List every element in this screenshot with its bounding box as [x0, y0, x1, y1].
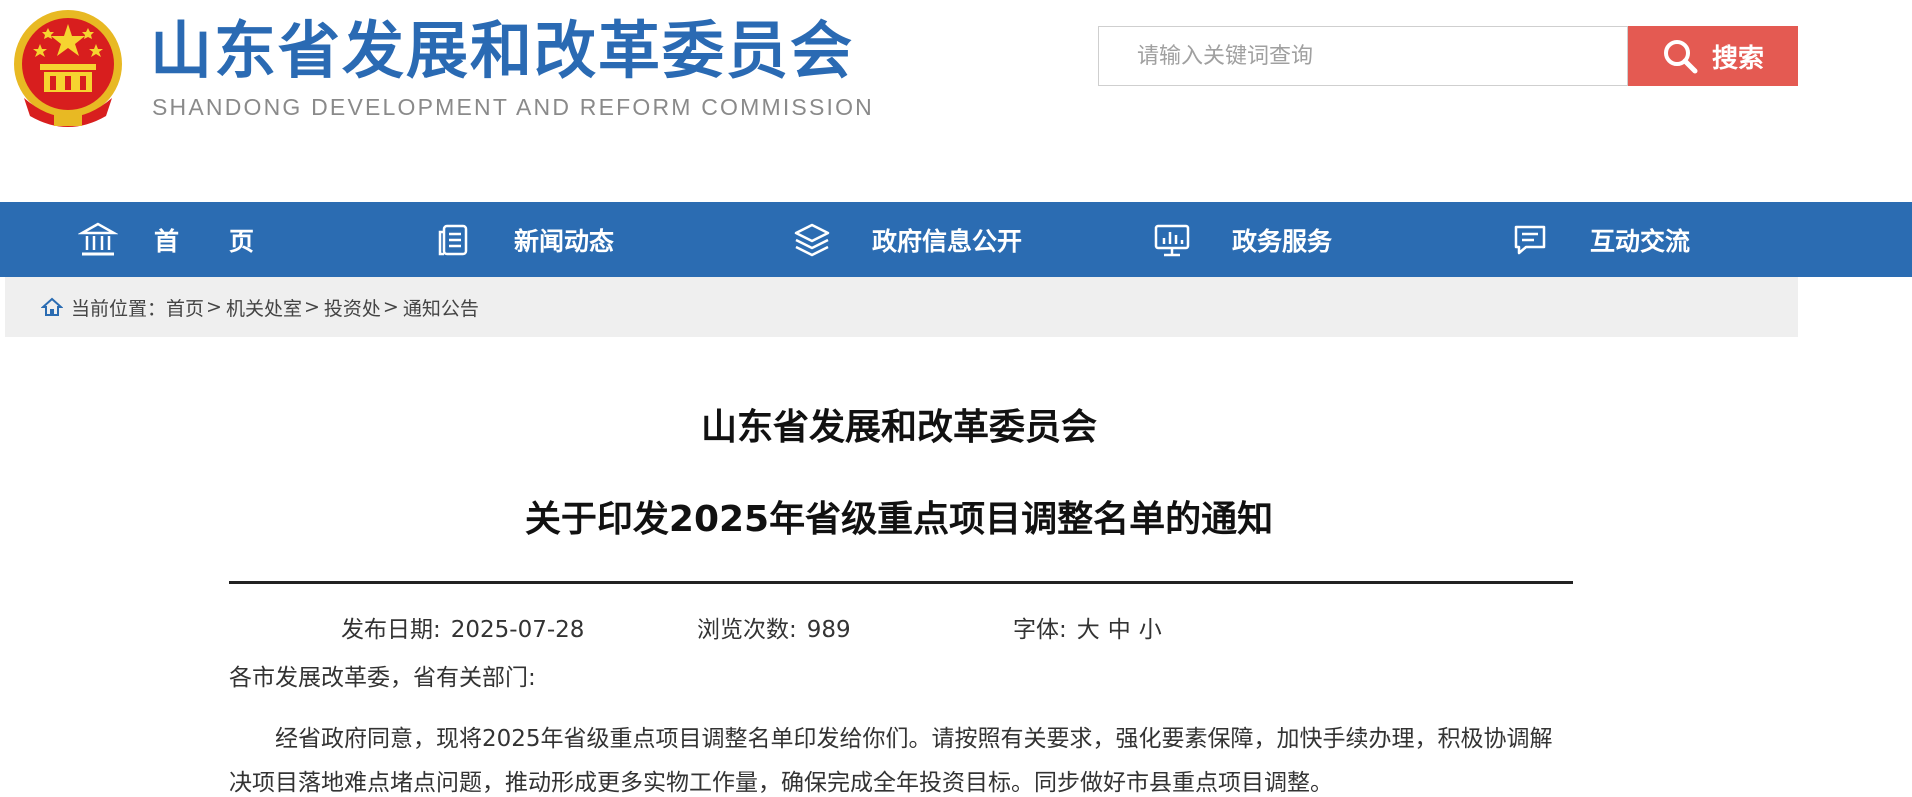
article-salutation: 各市发展改革委，省有关部门:	[229, 665, 536, 691]
publish-date: 发布日期: 2025-07-28	[341, 610, 584, 644]
publish-date-value: 2025-07-28	[450, 617, 585, 643]
magnifier-icon	[1663, 40, 1698, 74]
nav-label-services: 政务服务	[1232, 226, 1333, 256]
view-count-label: 浏览次数:	[697, 617, 797, 643]
nav-item-services[interactable]: 政务服务	[1152, 202, 1332, 277]
font-size-control: 字体: 大中小	[1013, 610, 1170, 644]
chat-bubble-icon	[1514, 225, 1546, 254]
title-divider	[229, 581, 1573, 584]
font-size-label: 字体:	[1013, 617, 1067, 643]
nav-label-interaction: 互动交流	[1590, 226, 1691, 256]
search-button[interactable]: 搜索	[1628, 26, 1798, 86]
nav-item-news[interactable]: 新闻动态	[434, 202, 614, 277]
breadcrumb: 当前位置： 首页 > 机关处室 > 投资处 > 通知公告	[5, 277, 1798, 337]
nav-item-gov-info[interactable]: 政府信息公开	[792, 202, 1022, 277]
breadcrumb-departments[interactable]: 机关处室	[226, 294, 302, 321]
site-subtitle: SHANDONG DEVELOPMENT AND REFORM COMMISSI…	[152, 94, 874, 120]
article-paragraph: 经省政府同意，现将2025年省级重点项目调整名单印发给你们。请按照有关要求，强化…	[229, 726, 1553, 796]
main-nav: 首 页 新闻动态 政府信息公开 政务服务 互动交流	[0, 202, 1912, 277]
breadcrumb-notices[interactable]: 通知公告	[403, 294, 479, 321]
nav-label-news: 新闻动态	[514, 226, 615, 256]
font-size-medium[interactable]: 中	[1108, 617, 1131, 643]
site-title: 山东省发展和改革委员会	[150, 14, 855, 87]
search-button-label: 搜索	[1711, 43, 1764, 74]
breadcrumb-investment-dept[interactable]: 投资处	[324, 294, 381, 321]
breadcrumb-separator: >	[303, 296, 320, 318]
national-emblem-icon	[14, 10, 122, 127]
nav-label-gov-info: 政府信息公开	[872, 226, 1023, 256]
nav-item-home[interactable]: 首 页	[78, 202, 254, 277]
breadcrumb-prefix: 当前位置：	[71, 297, 167, 320]
breadcrumb-home[interactable]: 首页	[166, 294, 204, 321]
layers-icon	[794, 223, 830, 256]
nav-item-interaction[interactable]: 互动交流	[1510, 202, 1690, 277]
view-count: 浏览次数: 989	[697, 610, 851, 644]
search-input[interactable]	[1099, 27, 1627, 85]
view-count-value: 989	[806, 617, 851, 643]
monitor-chart-icon	[1154, 224, 1190, 256]
breadcrumb-separator: >	[206, 296, 222, 318]
article-title-line2: 关于印发2025年省级重点项目调整名单的通知	[524, 499, 1274, 540]
bank-icon	[78, 222, 118, 255]
search-box	[1098, 26, 1628, 86]
document-list-icon	[438, 224, 468, 255]
home-icon	[41, 297, 63, 316]
breadcrumb-separator: >	[382, 296, 399, 318]
nav-label-home: 首 页	[154, 226, 255, 256]
publish-date-label: 发布日期:	[341, 617, 441, 643]
article-title-line1: 山东省发展和改革委员会	[700, 407, 1097, 448]
site-header: 山东省发展和改革委员会 SHANDONG DEVELOPMENT AND REF…	[0, 0, 1912, 202]
font-size-large[interactable]: 大	[1077, 617, 1100, 643]
font-size-small[interactable]: 小	[1139, 617, 1162, 643]
